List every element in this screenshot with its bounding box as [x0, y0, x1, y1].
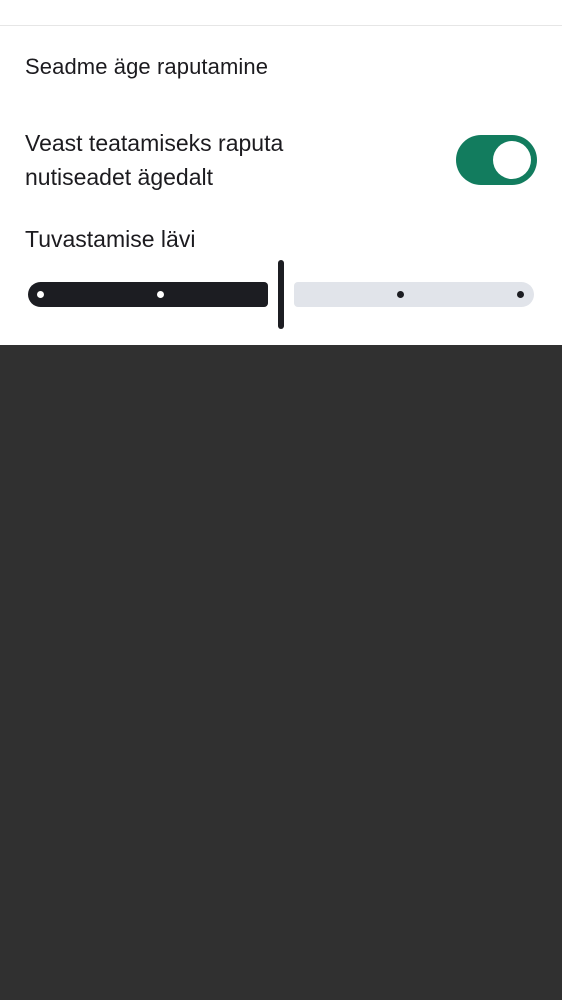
slider-tick-mark: [37, 291, 44, 298]
shake-settings-panel: Seadme äge raputamine Veast teatamiseks …: [0, 0, 562, 345]
shake-toggle-label: Veast teatamiseks raputa nutiseadet äged…: [25, 130, 284, 190]
slider-tick-mark: [517, 291, 524, 298]
slider-handle[interactable]: [278, 260, 284, 329]
slider-tick-mark: [157, 291, 164, 298]
slider-track-active[interactable]: [28, 282, 268, 307]
shake-toggle-row[interactable]: Veast teatamiseks raputa nutiseadet äged…: [25, 126, 537, 196]
shake-toggle-switch[interactable]: [456, 135, 537, 185]
section-title: Seadme äge raputamine: [25, 54, 269, 79]
threshold-slider-label: Tuvastamise lävi: [25, 226, 196, 252]
switch-thumb: [493, 141, 531, 179]
slider-track-inactive[interactable]: [294, 282, 534, 307]
threshold-slider[interactable]: [28, 260, 534, 330]
scrim-overlay[interactable]: [0, 345, 562, 1000]
slider-tick-mark: [397, 291, 404, 298]
top-divider: [0, 25, 562, 26]
